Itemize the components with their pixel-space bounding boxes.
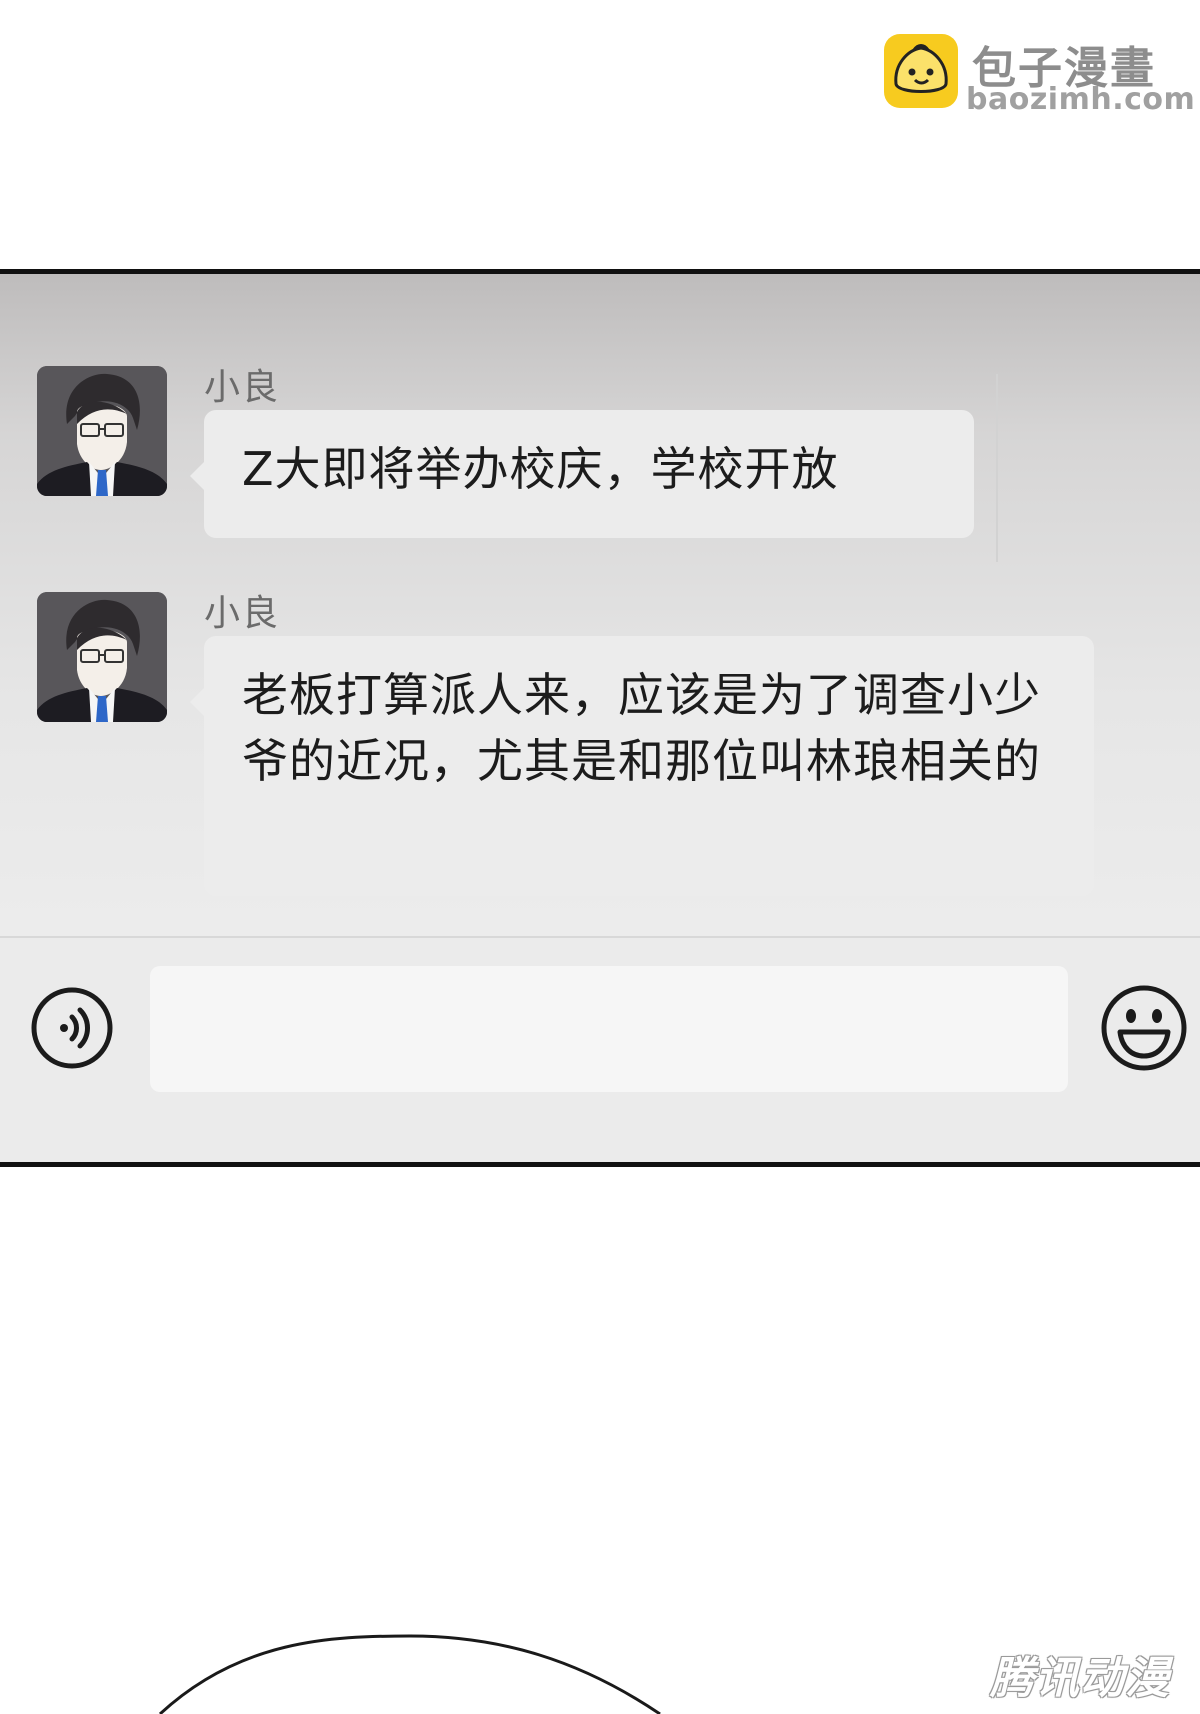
voice-icon — [31, 987, 113, 1069]
message-input[interactable] — [150, 966, 1068, 1092]
sender-name: 小良 — [204, 593, 281, 634]
chat-panel: 小良 Z大即将举办校庆，学校开放 小良 老板打算派人来，应该是为了调查小少爷的近… — [0, 269, 1200, 1167]
avatar[interactable] — [37, 592, 167, 722]
watermark-url: baozimh.com — [966, 82, 1196, 117]
avatar-icon — [37, 592, 167, 722]
voice-button[interactable] — [30, 986, 114, 1074]
message-bubble[interactable]: 老板打算派人来，应该是为了调查小少爷的近况，尤其是和那位叫林琅相关的 — [190, 636, 1094, 896]
avatar-icon — [37, 366, 167, 496]
tencent-watermark: 腾讯动漫 — [990, 1653, 1170, 1704]
message-bubble[interactable]: Z大即将举办校庆，学校开放 — [190, 410, 974, 538]
emoji-button[interactable] — [1100, 984, 1188, 1076]
baozimh-watermark: 包子漫畫 baozimh.com — [884, 34, 1195, 117]
emoji-icon — [1101, 985, 1187, 1071]
sender-name: 小良 — [204, 367, 281, 408]
bun-logo-icon — [884, 34, 958, 108]
divider-line — [996, 374, 998, 562]
avatar[interactable] — [37, 366, 167, 496]
